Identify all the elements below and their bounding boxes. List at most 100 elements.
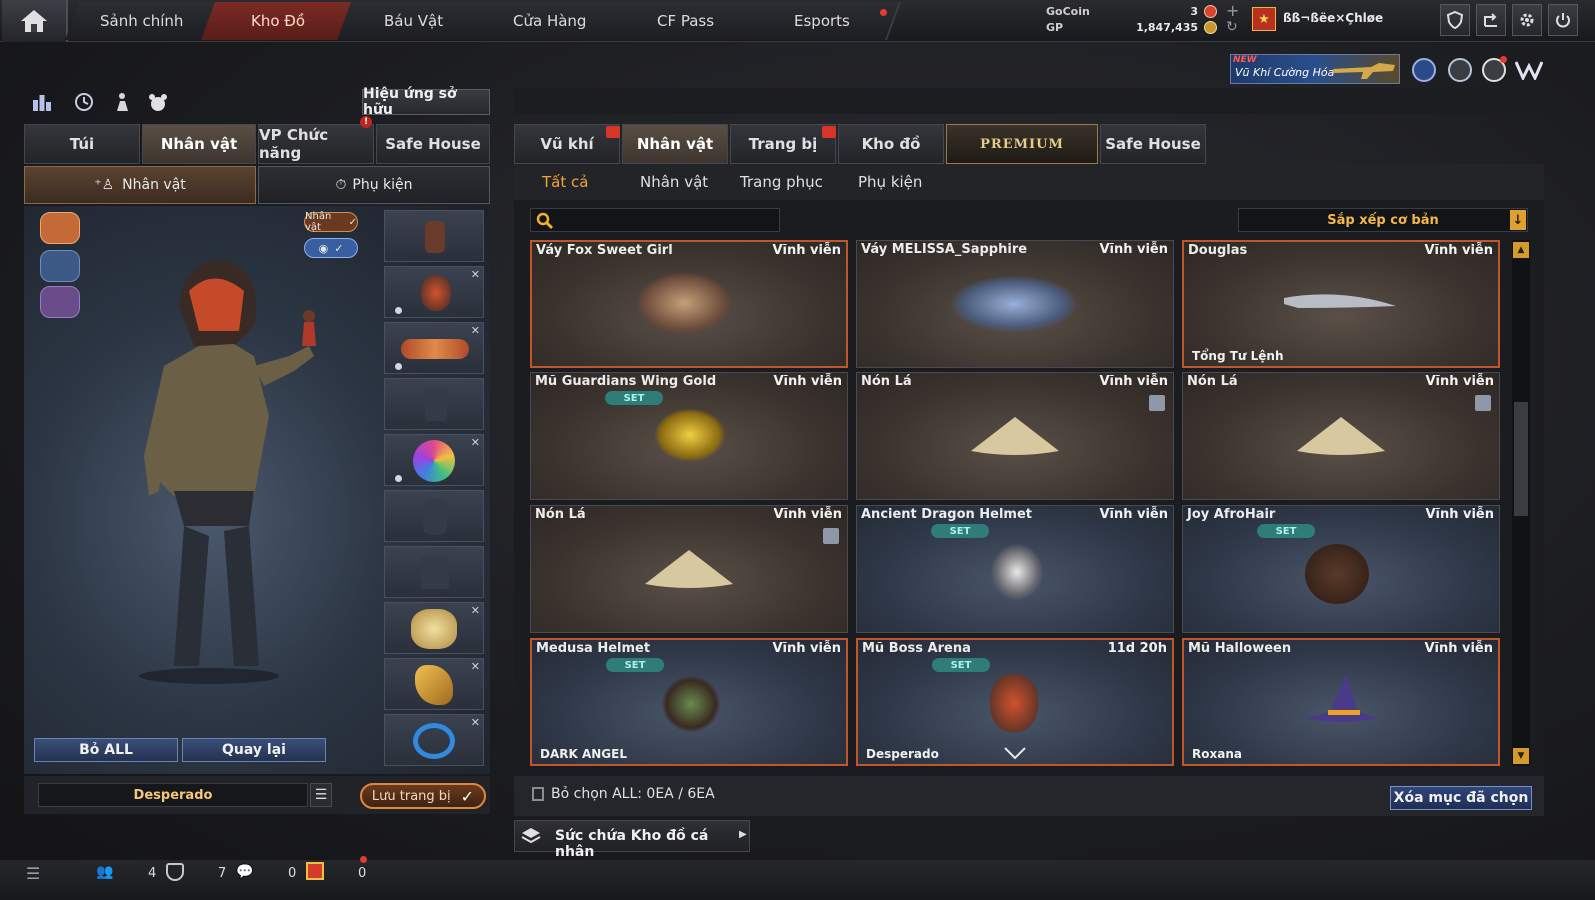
nav-tab-inventory[interactable]: Kho Đồ (201, 2, 357, 40)
friends-icon[interactable]: 👥 (96, 864, 113, 880)
item-card[interactable]: Nón Lá Vĩnh viễn (856, 372, 1174, 500)
equip-slot-spray[interactable]: ✕ (384, 602, 484, 654)
capacity-button[interactable]: Sức chứa Kho đồ cá nhân ▶ (514, 820, 750, 860)
item-card[interactable]: Mũ Guardians Wing Gold Vĩnh viễn SET (530, 372, 848, 500)
exit-room-button[interactable] (1476, 4, 1506, 36)
remove-goggles-icon[interactable]: ✕ (471, 324, 480, 337)
item-card[interactable]: Joy AfroHair Vĩnh viễn SET (1182, 505, 1500, 633)
item-card[interactable]: Nón Lá Vĩnh viễn (530, 505, 848, 633)
nav-tab-treasure[interactable]: Báu Vật (337, 2, 493, 40)
refresh-icon[interactable]: ↻ (1226, 19, 1238, 35)
username[interactable]: ßß¬ßëe×Çhløe (1283, 11, 1383, 25)
tab-premium[interactable]: PREMIUM (946, 124, 1098, 164)
chevron-down-icon[interactable] (1002, 744, 1028, 762)
preset-name-field[interactable]: Desperado (38, 783, 308, 807)
item-card[interactable]: Douglas Vĩnh viễn Tổng Tư Lệnh (1182, 240, 1500, 368)
item-card[interactable]: Váy MELISSA_Sapphire Vĩnh viễn (856, 240, 1174, 368)
trash-icon[interactable] (1475, 395, 1491, 411)
list-menu-icon[interactable]: ☰ (26, 864, 40, 883)
mask-mode-icon[interactable] (40, 250, 80, 282)
remove-helmet-icon[interactable]: ✕ (471, 268, 480, 281)
equip-slot-character[interactable] (384, 210, 484, 262)
tab-function-items[interactable]: VP Chức năng (258, 124, 374, 164)
check-icon: ✓ (348, 216, 357, 228)
pose-icon[interactable] (110, 90, 134, 114)
tab-equipment[interactable]: Trang bị (730, 124, 836, 164)
tab-storage[interactable]: Kho đồ (838, 124, 944, 164)
sort-dropdown[interactable]: Sắp xếp cơ bản (1238, 208, 1528, 232)
chat-icon[interactable]: 💬 (236, 864, 253, 880)
clan-icon[interactable] (166, 863, 184, 881)
nav-tab-esports[interactable]: Esports (745, 2, 901, 40)
item-card[interactable]: Ancient Dragon Helmet Vĩnh viễn SET (856, 505, 1174, 633)
remove-all-button[interactable]: Bỏ ALL (34, 738, 178, 762)
owned-effects-button[interactable]: Hiệu ứng sở hữu (362, 86, 490, 118)
equip-slot-back[interactable] (384, 378, 484, 430)
home-button[interactable] (2, 0, 68, 42)
remove-ring-icon[interactable]: ✕ (471, 716, 480, 729)
subtab-accessory[interactable]: ⏱ Phụ kiện (258, 166, 490, 204)
bookmark-icon[interactable] (532, 787, 544, 801)
sort-arrow-icon[interactable]: ↓ (1510, 210, 1526, 230)
back-button[interactable]: Quay lại (182, 738, 326, 762)
tab-characters[interactable]: Nhân vật (622, 124, 728, 164)
trash-icon[interactable] (1149, 395, 1165, 411)
power-button[interactable] (1548, 4, 1578, 36)
character-toggle[interactable]: Nhân vật ✓ (304, 211, 358, 233)
tab-bag[interactable]: Túi (24, 124, 140, 164)
wing-mode-icon[interactable] (40, 286, 80, 318)
gift-notification-dot (360, 856, 367, 863)
remove-knife-icon[interactable]: ✕ (471, 660, 480, 673)
gp-label: GP (1046, 21, 1064, 34)
gift-box-icon[interactable] (306, 862, 324, 880)
item-name: Mũ Halloween (1188, 641, 1292, 656)
fox-mode-icon[interactable] (40, 212, 80, 244)
delete-selected-button[interactable]: Xóa mục đã chọn (1390, 786, 1532, 810)
equip-slot-pants[interactable] (384, 546, 484, 598)
tab-safe-house-left[interactable]: Safe House (376, 124, 490, 164)
tab-safe-house-right[interactable]: Safe House (1100, 124, 1206, 164)
search-input[interactable] (557, 211, 777, 229)
ranking-icon[interactable] (30, 90, 54, 114)
equip-slot-knife[interactable]: ✕ (384, 658, 484, 710)
subtab-character[interactable]: ⁺♙ Nhân vật (24, 166, 256, 204)
w-logo-icon[interactable] (1514, 56, 1544, 84)
tab-character[interactable]: Nhân vật (142, 124, 256, 164)
save-equipment-button[interactable]: Lưu trang bị ✓ (360, 783, 486, 809)
settings-button[interactable] (1512, 4, 1542, 36)
subtab-outfits[interactable]: Trang phục (740, 168, 823, 196)
clan-shield-button[interactable] (1440, 4, 1470, 36)
subtab-accessories[interactable]: Phụ kiện (858, 168, 922, 196)
item-card[interactable]: Mũ Halloween Vĩnh viễn Roxana (1182, 638, 1500, 766)
equip-slot-vest[interactable] (384, 490, 484, 542)
remove-spray-icon[interactable]: ✕ (471, 604, 480, 617)
scrollbar-thumb[interactable] (1514, 402, 1528, 516)
history-icon[interactable] (72, 90, 96, 114)
scroll-down-icon[interactable]: ▼ (1513, 748, 1529, 764)
door-exit-icon (1484, 13, 1497, 27)
subtab-all[interactable]: Tất cả (542, 168, 588, 196)
item-subtitle: Roxana (1192, 747, 1242, 761)
nav-tab-cf-pass[interactable]: CF Pass (609, 2, 765, 40)
item-card[interactable]: Medusa Helmet Vĩnh viễn SET DARK ANGEL (530, 638, 848, 766)
crosshair-icon[interactable] (1448, 58, 1472, 82)
set-badge: SET (1257, 524, 1315, 538)
pet-icon[interactable] (146, 90, 170, 114)
item-card[interactable]: Nón Lá Vĩnh viễn (1182, 372, 1500, 500)
character-preview[interactable]: Nhân vật ✓ ◉ ✓ ✕ ✕ ✕ ✕ ✕ ✕ Bỏ ALL Quay l… (24, 206, 490, 774)
conical-hat-icon (1297, 417, 1385, 455)
trash-icon[interactable] (823, 528, 839, 544)
gift-icon (606, 126, 620, 138)
subtab-characters[interactable]: Nhân vật (640, 168, 708, 196)
equip-slot-ring[interactable]: ✕ (384, 714, 484, 766)
remove-effect-icon[interactable]: ✕ (471, 436, 480, 449)
preset-menu-icon[interactable]: ☰ (310, 783, 332, 807)
nav-tab-shop[interactable]: Cửa Hàng (473, 2, 629, 40)
nav-tab-lobby[interactable]: Sảnh chính (65, 2, 221, 40)
scroll-up-icon[interactable]: ▲ (1513, 242, 1529, 258)
add-currency-icon[interactable]: + (1226, 1, 1239, 20)
tab-weapons[interactable]: Vũ khí (514, 124, 620, 164)
item-card[interactable]: Váy Fox Sweet Girl Vĩnh viễn (530, 240, 848, 368)
promo-banner[interactable]: NEW Vũ Khí Cường Hóa (1230, 54, 1400, 84)
vip-emblem-icon[interactable] (1412, 58, 1436, 82)
